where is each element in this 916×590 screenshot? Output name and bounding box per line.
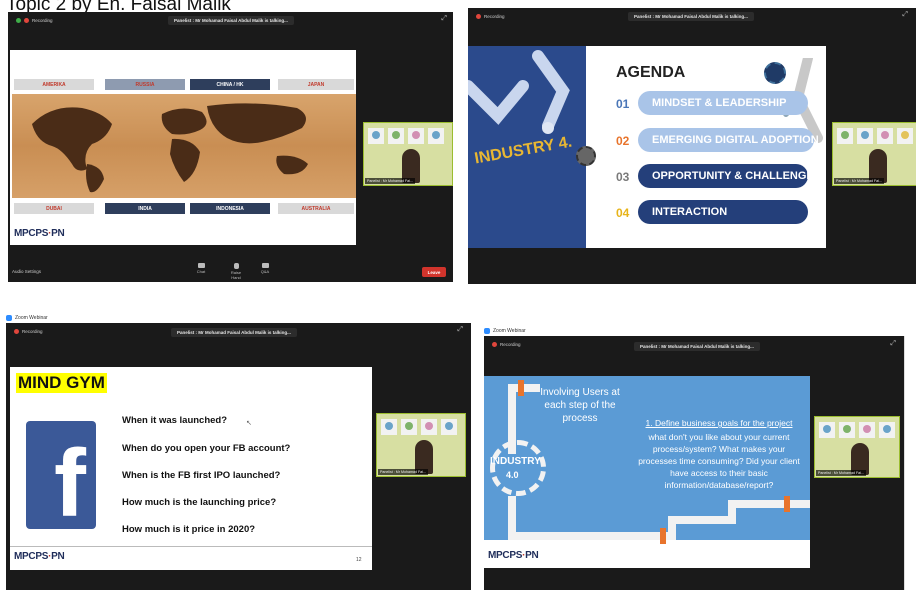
gear-icon: [490, 440, 546, 496]
agenda-item: INTERACTION: [638, 200, 808, 224]
country-tag: DUBAI: [14, 203, 94, 214]
speaker-banner: Panelist : Mr Mohamad Faisal Abdul Malik…: [628, 12, 754, 21]
gear-icon: [576, 146, 596, 166]
panelist-video[interactable]: Panelist : Mr Mohamad Fai...: [376, 413, 466, 477]
mouse-cursor-icon: ↖: [246, 420, 252, 427]
panelist-video[interactable]: Panelist : Mr Mohamad Fai...: [832, 122, 916, 186]
facebook-logo: f: [26, 421, 96, 532]
agenda-number: 04: [616, 206, 630, 220]
agenda-item: EMERGING DIGITAL ADOPTION: [638, 128, 819, 152]
question-item: When is the FB first IPO launched?: [122, 470, 281, 481]
recording-indicator: Recording: [14, 329, 43, 334]
panelist-video[interactable]: Panelist : Mr Mohamad Fai...: [363, 122, 453, 186]
country-tag: AUSTRALIA: [278, 203, 354, 214]
expand-icon[interactable]: ⤢: [457, 326, 463, 334]
webinar-window-map: Recording Panelist : Mr Mohamad Faisal A…: [8, 12, 453, 282]
agenda-item: MINDSET & LEADERSHIP: [638, 91, 808, 115]
recording-indicator: Recording: [492, 342, 521, 347]
industry-panel: INDUSTRY 4.: [468, 46, 596, 248]
agenda-number: 03: [616, 170, 630, 184]
country-tag: AMERIKA: [14, 79, 94, 90]
country-tag: RUSSIA: [105, 79, 185, 90]
mind-gym-title: MIND GYM: [16, 373, 107, 393]
world-map-image: [12, 94, 356, 198]
audio-settings-button[interactable]: Audio Settings: [12, 269, 41, 274]
webinar-window-agenda: Recording Panelist : Mr Mohamad Faisal A…: [468, 8, 916, 284]
recording-dot-icon: [492, 342, 497, 347]
panelist-label: Panelist : Mr Mohamad Fai...: [834, 178, 884, 184]
mpc-logo: MPCPS·PN: [488, 550, 539, 561]
industry-label: INDUSTRY: [490, 456, 541, 467]
agenda-title: AGENDA: [616, 64, 686, 81]
involving-users-text: Involving Users at each step of the proc…: [540, 387, 620, 424]
expand-icon[interactable]: ⤢: [441, 15, 447, 23]
slide-page-number: 12: [356, 557, 362, 563]
question-item: When do you open your FB account?: [122, 443, 291, 454]
step-title: 1. Define business goals for the project: [645, 418, 793, 428]
zoom-titlebar: Zoom Webinar: [484, 328, 526, 334]
zoom-app-icon: [6, 315, 12, 321]
qa-button[interactable]: Q&A: [258, 263, 272, 274]
panelist-label: Panelist : Mr Mohamad Fai...: [365, 178, 415, 184]
recording-dot-icon: [476, 14, 481, 19]
mpc-logo: MPCPS·PN: [14, 228, 65, 239]
expand-icon[interactable]: ⤢: [890, 340, 896, 348]
leave-button[interactable]: Leave: [422, 267, 446, 277]
zoom-titlebar: Zoom Webinar: [6, 315, 48, 321]
panelist-label: Panelist : Mr Mohamad Fai...: [816, 470, 866, 476]
question-item: How much is it price in 2020?: [122, 524, 256, 535]
webinar-window-process: Recording Panelist : Mr Mohamad Faisal A…: [484, 336, 904, 590]
recording-indicator: Recording: [16, 18, 53, 23]
question-item: How much is the launching price?: [122, 497, 277, 508]
country-tag: JAPAN: [278, 79, 354, 90]
raise-hand-button[interactable]: Raise Hand: [226, 263, 246, 280]
country-tag: INDONESIA: [190, 203, 270, 214]
agenda-number: 02: [616, 134, 630, 148]
security-icon: [16, 18, 21, 23]
slide-agenda: INDUSTRY 4. AGENDA 01 MINDSET & LEADERSH…: [468, 46, 826, 248]
webinar-window-mindgym: Recording Panelist : Mr Mohamad Faisal A…: [6, 323, 471, 590]
qa-side-panel: [904, 336, 916, 590]
country-tag: CHINA / HK: [190, 79, 270, 90]
speaker-banner: Panelist : Mr Mohamad Faisal Abdul Malik…: [171, 328, 297, 337]
agenda-number: 01: [616, 97, 630, 111]
slide-process: INDUSTRY 4.0 Involving Users at each ste…: [484, 376, 810, 568]
panelist-video[interactable]: Panelist : Mr Mohamad Fai...: [814, 416, 900, 478]
expand-icon[interactable]: ⤢: [902, 11, 908, 19]
speaker-banner: Panelist : Mr Mohamad Faisal Abdul Malik…: [634, 342, 760, 351]
agenda-item: OPPORTUNITY & CHALLENGES: [638, 164, 821, 188]
hand-icon: [233, 263, 239, 269]
speaker-banner: Panelist : Mr Mohamad Faisal Abdul Malik…: [168, 16, 294, 25]
recording-dot-icon: [14, 329, 19, 334]
industry-number: 4.0: [506, 470, 519, 480]
recording-indicator: Recording: [476, 14, 505, 19]
panelist-label: Panelist : Mr Mohamad Fai...: [378, 469, 428, 475]
step-body: what don't you like about your current p…: [638, 432, 800, 490]
country-tag: INDIA: [105, 203, 185, 214]
chat-icon: [197, 263, 205, 268]
qa-icon: [261, 263, 269, 268]
slide-world-map: AMERIKA RUSSIA CHINA / HK JAPAN DUBAI IN…: [10, 50, 356, 245]
zoom-app-icon: [484, 328, 490, 334]
recording-dot-icon: [24, 18, 29, 23]
mpc-logo: MPCPS·PN: [14, 551, 65, 562]
question-item: When it was launched?: [122, 415, 228, 426]
slide-mind-gym: MIND GYM f When it was launched? When do…: [10, 367, 372, 570]
chat-button[interactable]: Chat: [194, 263, 208, 274]
